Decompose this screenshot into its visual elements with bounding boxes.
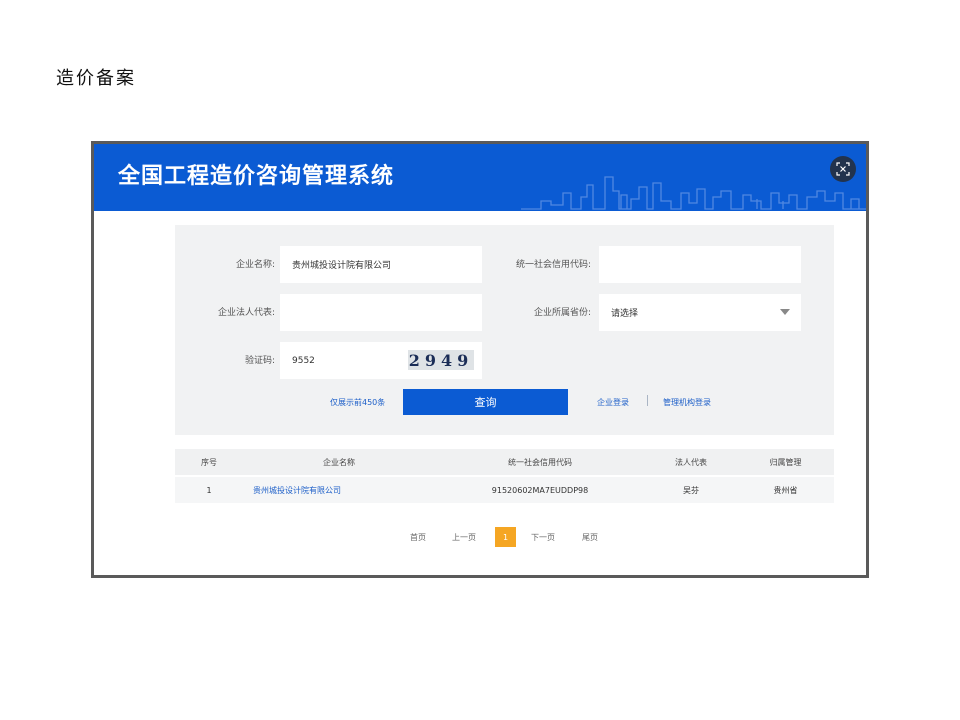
- captcha-label: 验证码:: [244, 356, 275, 366]
- legal-rep-label: 企业法人代表:: [217, 308, 275, 318]
- credit-code-input[interactable]: [599, 246, 801, 283]
- credit-code-label: 统一社会信用代码:: [515, 260, 591, 270]
- company-name-input[interactable]: 贵州城投设计院有限公司: [280, 246, 482, 283]
- row-jurisdiction: 贵州省: [773, 485, 798, 495]
- scan-button[interactable]: [830, 156, 856, 182]
- screenshot-frame: 全国工程造价咨询管理系统 企业名称: 贵州城投设计院有限公司 统一社会信用代码:…: [91, 141, 869, 578]
- captcha-image[interactable]: 2949: [408, 350, 474, 370]
- search-form-panel: 企业名称: 贵州城投设计院有限公司 统一社会信用代码: 企业法人代表: 企业所属…: [175, 225, 834, 435]
- pagination-current-page[interactable]: 1: [495, 527, 516, 547]
- link-divider: [647, 395, 648, 406]
- scan-frame-icon: [836, 162, 850, 176]
- chevron-down-icon: [780, 309, 790, 315]
- captcha-input[interactable]: 9552 2949: [280, 342, 482, 379]
- province-selected-value: 请选择: [611, 309, 639, 319]
- header-index: 序号: [201, 457, 217, 467]
- table-header-row: 序号 企业名称 统一社会信用代码 法人代表 归属管理: [175, 449, 834, 475]
- pagination-first[interactable]: 首页: [410, 527, 426, 547]
- city-skyline-graphic: [521, 176, 866, 210]
- header-credit-code: 统一社会信用代码: [508, 457, 572, 467]
- agency-login-link[interactable]: 管理机构登录: [663, 397, 711, 408]
- row-credit-code: 91520602MA7EUDDP98: [491, 485, 589, 495]
- pagination-prev[interactable]: 上一页: [452, 527, 476, 547]
- province-label: 企业所属省份:: [533, 308, 591, 318]
- row-company-name-link[interactable]: 贵州城投设计院有限公司: [253, 477, 435, 503]
- legal-rep-input[interactable]: [280, 294, 482, 331]
- header-jurisdiction: 归属管理: [769, 457, 802, 467]
- query-button[interactable]: 查询: [403, 389, 568, 415]
- header-banner: 全国工程造价咨询管理系统: [94, 144, 866, 211]
- document-heading: 造价备案: [56, 68, 136, 89]
- header-legal-rep: 法人代表: [675, 457, 707, 467]
- header-company-name: 企业名称: [323, 457, 355, 467]
- captcha-value: 9552: [292, 355, 315, 366]
- pagination-next[interactable]: 下一页: [531, 527, 555, 547]
- results-table: 序号 企业名称 统一社会信用代码 法人代表 归属管理 1 贵州城投设计院有限公司…: [175, 449, 834, 503]
- province-select[interactable]: 请选择: [599, 294, 801, 331]
- pagination-last[interactable]: 尾页: [582, 527, 598, 547]
- row-index: 1: [206, 485, 212, 495]
- system-title: 全国工程造价咨询管理系统: [118, 164, 395, 189]
- company-login-link[interactable]: 企业登录: [597, 397, 629, 408]
- table-row: 1 贵州城投设计院有限公司 91520602MA7EUDDP98 吴芬 贵州省: [175, 477, 834, 503]
- row-legal-rep: 吴芬: [683, 485, 699, 495]
- company-name-label: 企业名称:: [235, 260, 275, 270]
- limit-note: 仅展示前450条: [330, 398, 386, 407]
